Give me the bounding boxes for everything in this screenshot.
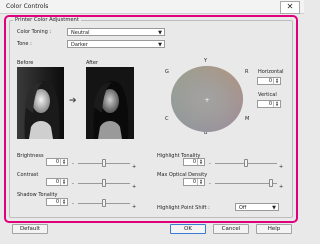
chevron-down-icon: ▼: [272, 205, 276, 211]
after-preview-image: [86, 67, 134, 139]
highlight-point-shift-select[interactable]: Off ▼: [235, 203, 279, 211]
contrast-minus: -: [72, 181, 74, 187]
shadow-tonality-spinbox[interactable]: 0 ▲ ▼: [46, 198, 68, 206]
color-toning-select[interactable]: Neutral ▼: [67, 28, 165, 36]
before-label: Before: [17, 60, 34, 66]
color-toning-label: Color Toning :: [17, 29, 52, 35]
arrow-right-icon: ➔: [69, 96, 77, 106]
max-optical-density-value: 0: [192, 179, 196, 185]
brightness-plus: +: [132, 164, 137, 170]
brightness-slider-thumb[interactable]: [102, 159, 106, 167]
wheel-label-y: Y: [204, 58, 208, 64]
contrast-spinbox[interactable]: 0 ▲ ▼: [46, 178, 68, 186]
brightness-value: 0: [55, 159, 59, 165]
max-optical-density-plus: +: [279, 184, 284, 190]
brightness-label: Brightness: [17, 153, 44, 159]
color-wheel-graphic: +: [171, 66, 243, 132]
vertical-value: 0: [268, 101, 272, 107]
contrast-label: Contrast: [17, 172, 39, 178]
before-preview-image: [17, 67, 64, 139]
spin-arrows-icon[interactable]: ▲ ▼: [273, 78, 280, 84]
wheel-label-c: C: [165, 116, 169, 122]
spin-arrows-icon[interactable]: ▲ ▼: [60, 199, 67, 205]
svg-text:+: +: [204, 97, 209, 104]
horizontal-label: Horizontal: [258, 69, 284, 75]
vertical-spinbox[interactable]: 0 ▲ ▼: [257, 100, 281, 108]
contrast-value: 0: [55, 179, 59, 185]
after-label: After: [86, 60, 99, 66]
highlight-tonality-plus: +: [279, 164, 284, 170]
spin-arrows-icon[interactable]: ▲ ▼: [197, 179, 204, 185]
tone-select[interactable]: Darker ▼: [67, 40, 165, 48]
help-button[interactable]: Help: [256, 224, 292, 234]
brightness-minus: -: [72, 161, 74, 167]
shadow-tonality-value: 0: [55, 199, 59, 205]
brightness-spinbox[interactable]: 0 ▲ ▼: [46, 158, 68, 166]
color-wheel[interactable]: +: [170, 65, 244, 133]
contrast-slider-thumb[interactable]: [102, 179, 106, 187]
max-optical-density-slider-thumb[interactable]: [268, 179, 273, 187]
horizontal-spinbox[interactable]: 0 ▲ ▼: [257, 77, 281, 85]
ok-button[interactable]: OK: [170, 224, 206, 234]
highlight-point-shift-value: Off: [239, 205, 247, 211]
highlight-tonality-value: 0: [192, 159, 196, 165]
spin-arrows-icon[interactable]: ▲ ▼: [197, 159, 204, 165]
chevron-down-icon: ▼: [158, 42, 162, 48]
spin-arrows-icon[interactable]: ▲ ▼: [60, 179, 67, 185]
highlight-tonality-minus: -: [209, 161, 211, 167]
tone-value: Darker: [71, 42, 88, 48]
shadow-tonality-slider-thumb[interactable]: [102, 199, 106, 207]
portrait-illustration: [17, 67, 64, 139]
contrast-plus: +: [132, 184, 137, 190]
shadow-tonality-plus: +: [132, 204, 137, 210]
max-optical-density-spinbox[interactable]: 0 ▲ ▼: [183, 178, 205, 186]
window-title: Color Controls: [6, 3, 49, 10]
max-optical-density-minus: -: [209, 181, 211, 187]
default-button[interactable]: Default: [12, 224, 48, 234]
spin-arrows-icon[interactable]: ▲ ▼: [60, 159, 67, 165]
wheel-label-m: M: [245, 116, 250, 122]
max-optical-density-track[interactable]: [215, 183, 277, 184]
horizontal-value: 0: [268, 78, 272, 84]
spin-arrows-icon[interactable]: ▲ ▼: [273, 101, 280, 107]
highlight-tonality-slider-thumb[interactable]: [244, 159, 248, 167]
portrait-illustration: [86, 67, 134, 139]
highlight-point-shift-label: Highlight Point Shift :: [157, 205, 210, 211]
color-toning-value: Neutral: [71, 30, 90, 36]
vertical-label: Vertical: [258, 92, 277, 98]
chevron-down-icon: ▼: [158, 30, 162, 36]
wheel-label-g: G: [165, 69, 169, 75]
highlight-tonality-spinbox[interactable]: 0 ▲ ▼: [183, 158, 205, 166]
group-title: Printer Color Adjustment: [13, 17, 81, 23]
cancel-button[interactable]: Cancel: [213, 224, 249, 234]
close-button[interactable]: ✕: [280, 1, 300, 14]
shadow-tonality-minus: -: [72, 201, 74, 207]
tone-label: Tone :: [17, 41, 32, 47]
wheel-label-r: R: [245, 69, 249, 75]
